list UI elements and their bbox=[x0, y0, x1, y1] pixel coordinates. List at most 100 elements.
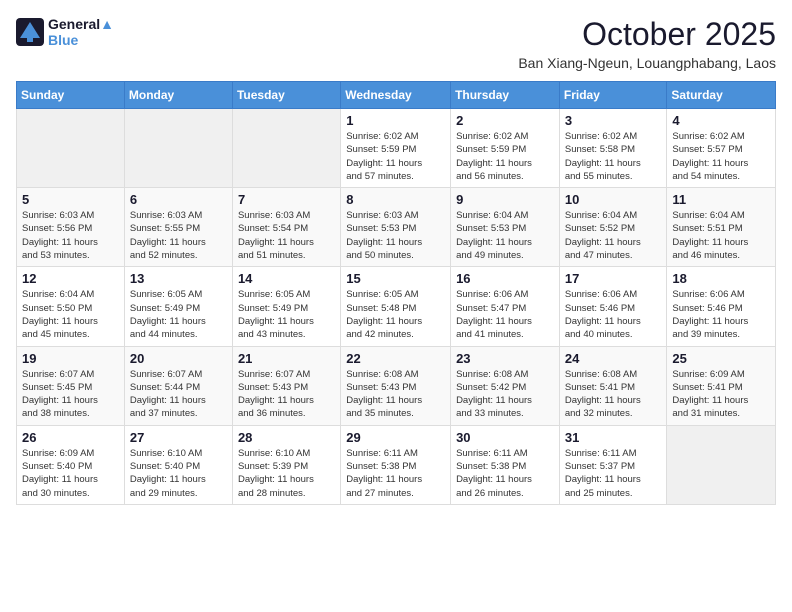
calendar-cell: 1 Sunrise: 6:02 AM Sunset: 5:59 PM Daylig… bbox=[341, 109, 451, 188]
day-number: 9 bbox=[456, 192, 554, 207]
day-info: Sunrise: 6:03 AM Sunset: 5:55 PM Dayligh… bbox=[130, 209, 227, 262]
calendar-cell: 12 Sunrise: 6:04 AM Sunset: 5:50 PM Dayli… bbox=[17, 267, 125, 346]
calendar-cell: 13Sunrise: 6:05 AM Sunset: 5:49 PM Dayli… bbox=[124, 267, 232, 346]
day-number: 12 bbox=[22, 271, 119, 286]
day-info: Sunrise: 6:04 AM Sunset: 5:50 PM Dayligh… bbox=[22, 288, 119, 341]
calendar-cell: 26 Sunrise: 6:09 AM Sunset: 5:40 PM Dayli… bbox=[17, 425, 125, 504]
day-info: Sunrise: 6:02 AM Sunset: 5:58 PM Dayligh… bbox=[565, 130, 662, 183]
page-header: General▲ Blue October 2025 Ban Xiang-Nge… bbox=[16, 16, 776, 71]
day-number: 15 bbox=[346, 271, 445, 286]
day-number: 8 bbox=[346, 192, 445, 207]
weekday-header-wednesday: Wednesday bbox=[341, 82, 451, 109]
day-info: Sunrise: 6:11 AM Sunset: 5:38 PM Dayligh… bbox=[346, 447, 445, 500]
day-info: Sunrise: 6:02 AM Sunset: 5:59 PM Dayligh… bbox=[456, 130, 554, 183]
day-info: Sunrise: 6:04 AM Sunset: 5:52 PM Dayligh… bbox=[565, 209, 662, 262]
logo-text: General▲ Blue bbox=[48, 16, 114, 48]
day-number: 1 bbox=[346, 113, 445, 128]
day-info: Sunrise: 6:08 AM Sunset: 5:42 PM Dayligh… bbox=[456, 368, 554, 421]
day-number: 11 bbox=[672, 192, 770, 207]
day-number: 31 bbox=[565, 430, 662, 445]
calendar-cell: 21 Sunrise: 6:07 AM Sunset: 5:43 PM Dayli… bbox=[232, 346, 340, 425]
day-number: 19 bbox=[22, 351, 119, 366]
calendar-cell: 27 Sunrise: 6:10 AM Sunset: 5:40 PM Dayli… bbox=[124, 425, 232, 504]
day-info: Sunrise: 6:11 AM Sunset: 5:37 PM Dayligh… bbox=[565, 447, 662, 500]
day-info: Sunrise: 6:07 AM Sunset: 5:44 PM Dayligh… bbox=[130, 368, 227, 421]
calendar-cell: 23Sunrise: 6:08 AM Sunset: 5:42 PM Dayli… bbox=[451, 346, 560, 425]
weekday-header-sunday: Sunday bbox=[17, 82, 125, 109]
calendar-cell: 4Sunrise: 6:02 AM Sunset: 5:57 PM Daylig… bbox=[667, 109, 776, 188]
calendar: SundayMondayTuesdayWednesdayThursdayFrid… bbox=[16, 81, 776, 505]
calendar-cell: 20Sunrise: 6:07 AM Sunset: 5:44 PM Dayli… bbox=[124, 346, 232, 425]
day-number: 7 bbox=[238, 192, 335, 207]
day-info: Sunrise: 6:05 AM Sunset: 5:49 PM Dayligh… bbox=[238, 288, 335, 341]
day-number: 27 bbox=[130, 430, 227, 445]
day-info: Sunrise: 6:06 AM Sunset: 5:46 PM Dayligh… bbox=[565, 288, 662, 341]
day-info: Sunrise: 6:08 AM Sunset: 5:41 PM Dayligh… bbox=[565, 368, 662, 421]
calendar-cell bbox=[124, 109, 232, 188]
day-number: 30 bbox=[456, 430, 554, 445]
calendar-cell: 9Sunrise: 6:04 AM Sunset: 5:53 PM Daylig… bbox=[451, 188, 560, 267]
day-number: 3 bbox=[565, 113, 662, 128]
day-info: Sunrise: 6:09 AM Sunset: 5:41 PM Dayligh… bbox=[672, 368, 770, 421]
weekday-header-tuesday: Tuesday bbox=[232, 82, 340, 109]
day-number: 14 bbox=[238, 271, 335, 286]
location: Ban Xiang-Ngeun, Louangphabang, Laos bbox=[518, 55, 776, 71]
calendar-week-4: 19Sunrise: 6:07 AM Sunset: 5:45 PM Dayli… bbox=[17, 346, 776, 425]
day-number: 24 bbox=[565, 351, 662, 366]
day-info: Sunrise: 6:10 AM Sunset: 5:40 PM Dayligh… bbox=[130, 447, 227, 500]
calendar-cell: 25 Sunrise: 6:09 AM Sunset: 5:41 PM Dayli… bbox=[667, 346, 776, 425]
weekday-header-thursday: Thursday bbox=[451, 82, 560, 109]
calendar-cell: 28 Sunrise: 6:10 AM Sunset: 5:39 PM Dayli… bbox=[232, 425, 340, 504]
calendar-cell: 11 Sunrise: 6:04 AM Sunset: 5:51 PM Dayli… bbox=[667, 188, 776, 267]
day-number: 29 bbox=[346, 430, 445, 445]
logo-icon bbox=[16, 18, 44, 46]
calendar-week-3: 12 Sunrise: 6:04 AM Sunset: 5:50 PM Dayli… bbox=[17, 267, 776, 346]
day-number: 28 bbox=[238, 430, 335, 445]
calendar-cell: 31 Sunrise: 6:11 AM Sunset: 5:37 PM Dayli… bbox=[559, 425, 667, 504]
day-number: 17 bbox=[565, 271, 662, 286]
day-info: Sunrise: 6:06 AM Sunset: 5:47 PM Dayligh… bbox=[456, 288, 554, 341]
day-info: Sunrise: 6:09 AM Sunset: 5:40 PM Dayligh… bbox=[22, 447, 119, 500]
calendar-cell: 24 Sunrise: 6:08 AM Sunset: 5:41 PM Dayli… bbox=[559, 346, 667, 425]
calendar-cell: 22Sunrise: 6:08 AM Sunset: 5:43 PM Dayli… bbox=[341, 346, 451, 425]
day-info: Sunrise: 6:07 AM Sunset: 5:43 PM Dayligh… bbox=[238, 368, 335, 421]
logo: General▲ Blue bbox=[16, 16, 114, 48]
day-info: Sunrise: 6:08 AM Sunset: 5:43 PM Dayligh… bbox=[346, 368, 445, 421]
calendar-cell: 6 Sunrise: 6:03 AM Sunset: 5:55 PM Daylig… bbox=[124, 188, 232, 267]
day-number: 2 bbox=[456, 113, 554, 128]
day-number: 26 bbox=[22, 430, 119, 445]
day-number: 10 bbox=[565, 192, 662, 207]
day-info: Sunrise: 6:04 AM Sunset: 5:51 PM Dayligh… bbox=[672, 209, 770, 262]
day-info: Sunrise: 6:06 AM Sunset: 5:46 PM Dayligh… bbox=[672, 288, 770, 341]
calendar-cell: 3 Sunrise: 6:02 AM Sunset: 5:58 PM Daylig… bbox=[559, 109, 667, 188]
calendar-cell: 17 Sunrise: 6:06 AM Sunset: 5:46 PM Dayli… bbox=[559, 267, 667, 346]
weekday-header-monday: Monday bbox=[124, 82, 232, 109]
calendar-cell: 29 Sunrise: 6:11 AM Sunset: 5:38 PM Dayli… bbox=[341, 425, 451, 504]
calendar-cell bbox=[667, 425, 776, 504]
calendar-cell: 18 Sunrise: 6:06 AM Sunset: 5:46 PM Dayli… bbox=[667, 267, 776, 346]
day-number: 6 bbox=[130, 192, 227, 207]
day-info: Sunrise: 6:03 AM Sunset: 5:53 PM Dayligh… bbox=[346, 209, 445, 262]
calendar-cell: 8 Sunrise: 6:03 AM Sunset: 5:53 PM Daylig… bbox=[341, 188, 451, 267]
calendar-cell: 2 Sunrise: 6:02 AM Sunset: 5:59 PM Daylig… bbox=[451, 109, 560, 188]
day-info: Sunrise: 6:03 AM Sunset: 5:54 PM Dayligh… bbox=[238, 209, 335, 262]
weekday-header-row: SundayMondayTuesdayWednesdayThursdayFrid… bbox=[17, 82, 776, 109]
calendar-cell: 16Sunrise: 6:06 AM Sunset: 5:47 PM Dayli… bbox=[451, 267, 560, 346]
calendar-week-2: 5Sunrise: 6:03 AM Sunset: 5:56 PM Daylig… bbox=[17, 188, 776, 267]
day-info: Sunrise: 6:11 AM Sunset: 5:38 PM Dayligh… bbox=[456, 447, 554, 500]
calendar-week-1: 1 Sunrise: 6:02 AM Sunset: 5:59 PM Daylig… bbox=[17, 109, 776, 188]
day-info: Sunrise: 6:02 AM Sunset: 5:57 PM Dayligh… bbox=[672, 130, 770, 183]
day-number: 25 bbox=[672, 351, 770, 366]
day-number: 5 bbox=[22, 192, 119, 207]
day-info: Sunrise: 6:10 AM Sunset: 5:39 PM Dayligh… bbox=[238, 447, 335, 500]
day-info: Sunrise: 6:02 AM Sunset: 5:59 PM Dayligh… bbox=[346, 130, 445, 183]
day-info: Sunrise: 6:05 AM Sunset: 5:48 PM Dayligh… bbox=[346, 288, 445, 341]
month-title: October 2025 bbox=[518, 16, 776, 53]
day-number: 21 bbox=[238, 351, 335, 366]
day-number: 18 bbox=[672, 271, 770, 286]
calendar-cell: 14 Sunrise: 6:05 AM Sunset: 5:49 PM Dayli… bbox=[232, 267, 340, 346]
calendar-cell: 30 Sunrise: 6:11 AM Sunset: 5:38 PM Dayli… bbox=[451, 425, 560, 504]
title-area: October 2025 Ban Xiang-Ngeun, Louangphab… bbox=[518, 16, 776, 71]
weekday-header-friday: Friday bbox=[559, 82, 667, 109]
calendar-cell: 7 Sunrise: 6:03 AM Sunset: 5:54 PM Daylig… bbox=[232, 188, 340, 267]
